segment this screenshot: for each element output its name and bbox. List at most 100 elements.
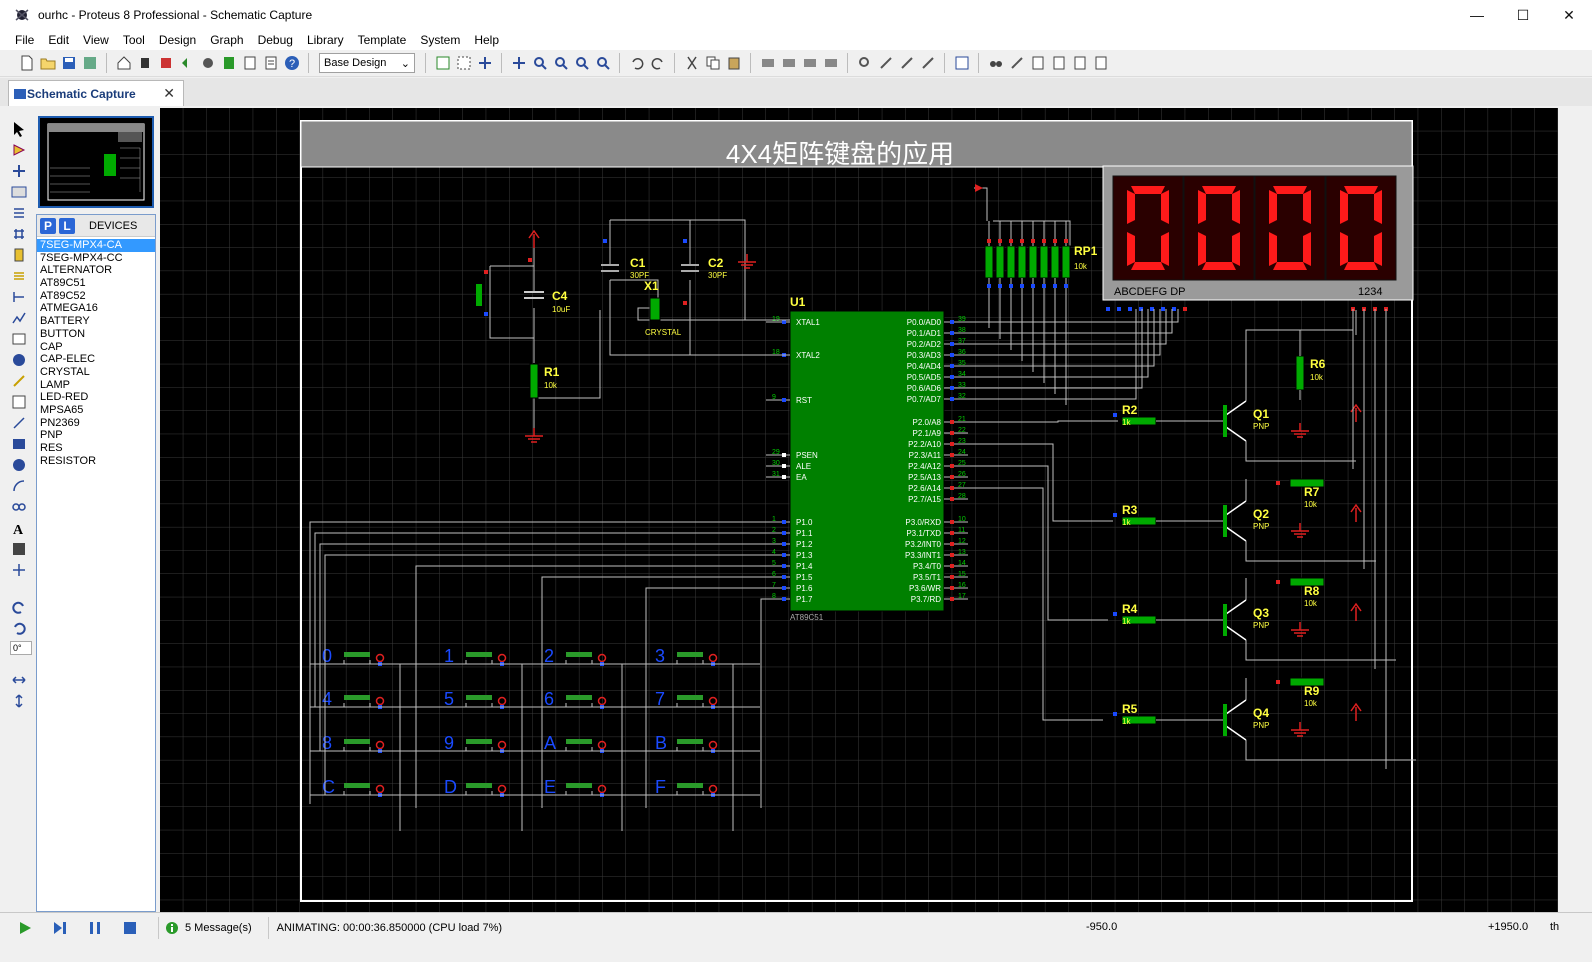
minimize-button[interactable]: — [1454, 0, 1500, 30]
remove-sheet-icon[interactable] [1050, 55, 1067, 72]
messages-indicator[interactable]: 5 Message(s) [158, 916, 252, 939]
zoom-out-icon[interactable] [552, 55, 569, 72]
new-file-icon[interactable] [18, 55, 35, 72]
zoom-area-icon[interactable] [594, 55, 611, 72]
graph-icon[interactable] [10, 309, 28, 327]
menu-view[interactable]: View [76, 30, 116, 50]
line-icon[interactable] [10, 414, 28, 432]
tab-schematic-capture[interactable]: Schematic Capture ✕ [8, 80, 184, 106]
menu-graph[interactable]: Graph [203, 30, 250, 50]
device-list-item[interactable]: LAMP [37, 379, 155, 392]
arc-icon[interactable] [10, 477, 28, 495]
menu-template[interactable]: Template [351, 30, 414, 50]
schematic-icon[interactable] [136, 55, 153, 72]
redo-icon[interactable] [649, 55, 666, 72]
device-list-item[interactable]: 7SEG-MPX4-CC [37, 252, 155, 265]
tab-close-icon[interactable]: ✕ [163, 85, 175, 102]
import-icon[interactable] [81, 55, 98, 72]
paste-icon[interactable] [725, 55, 742, 72]
block-rotate-icon[interactable] [801, 55, 818, 72]
menu-system[interactable]: System [413, 30, 467, 50]
device-pin-icon[interactable] [10, 288, 28, 306]
bom-icon[interactable] [220, 55, 237, 72]
rotation-angle-field[interactable]: 0° [10, 641, 32, 655]
notes-icon[interactable] [262, 55, 279, 72]
package-tool-icon[interactable] [898, 55, 915, 72]
step-button[interactable] [50, 918, 70, 938]
voltage-probe-icon[interactable] [10, 372, 28, 390]
component-mode-icon[interactable] [10, 141, 28, 159]
junction-dot-icon[interactable] [10, 162, 28, 180]
circle-icon[interactable] [10, 456, 28, 474]
device-list-item[interactable]: PN2369 [37, 417, 155, 430]
pan-icon[interactable] [510, 55, 527, 72]
rotate-anticlockwise-icon[interactable] [10, 619, 28, 637]
cut-icon[interactable] [683, 55, 700, 72]
new-sheet-icon[interactable] [1029, 55, 1046, 72]
source-code-icon[interactable] [241, 55, 258, 72]
device-list-item[interactable]: 7SEG-MPX4-CA [37, 239, 155, 252]
device-list-item[interactable]: RES [37, 442, 155, 455]
virtual-instrument-icon[interactable] [10, 393, 28, 411]
symbol-icon[interactable] [10, 540, 28, 558]
home-icon[interactable] [115, 55, 132, 72]
mirror-horizontal-icon[interactable] [10, 671, 28, 689]
overview-window[interactable] [38, 116, 154, 208]
device-list-item[interactable]: BATTERY [37, 315, 155, 328]
marker-icon[interactable] [10, 561, 28, 579]
menu-help[interactable]: Help [467, 30, 506, 50]
stop-button[interactable] [120, 918, 140, 938]
design-variant-select[interactable]: Base Design ⌄ [319, 53, 415, 73]
rotate-clockwise-icon[interactable] [10, 598, 28, 616]
design-explorer-icon[interactable] [1092, 55, 1109, 72]
make-device-icon[interactable] [877, 55, 894, 72]
wire-label-icon[interactable] [10, 183, 28, 201]
box-icon[interactable] [10, 435, 28, 453]
zoom-in-icon[interactable] [531, 55, 548, 72]
menu-tool[interactable]: Tool [116, 30, 152, 50]
origin-icon[interactable] [476, 55, 493, 72]
pick-device-icon[interactable] [856, 55, 873, 72]
undo-icon[interactable] [628, 55, 645, 72]
pause-button[interactable] [85, 918, 105, 938]
text-icon[interactable]: A [10, 519, 28, 537]
device-list-item[interactable]: AT89C52 [37, 290, 155, 303]
device-list-item[interactable]: RESISTOR [37, 455, 155, 468]
menu-debug[interactable]: Debug [251, 30, 300, 50]
device-list-item[interactable]: LED-RED [37, 391, 155, 404]
terminal-icon[interactable] [10, 267, 28, 285]
property-assign-icon[interactable] [1008, 55, 1025, 72]
save-icon[interactable] [60, 55, 77, 72]
device-list-item[interactable]: CRYSTAL [37, 366, 155, 379]
block-move-icon[interactable] [780, 55, 797, 72]
copy-icon[interactable] [704, 55, 721, 72]
close-button[interactable]: ✕ [1546, 0, 1592, 30]
search-icon[interactable] [987, 55, 1004, 72]
device-list-item[interactable]: ALTERNATOR [37, 264, 155, 277]
tape-recorder-icon[interactable] [10, 330, 28, 348]
wire-autorouter-icon[interactable] [953, 55, 970, 72]
decompose-icon[interactable] [919, 55, 936, 72]
open-folder-icon[interactable] [39, 55, 56, 72]
device-list-item[interactable]: MPSA65 [37, 404, 155, 417]
text-script-icon[interactable] [10, 204, 28, 222]
library-manager-button[interactable]: L [59, 217, 75, 234]
subcircuit-icon[interactable] [10, 246, 28, 264]
menu-library[interactable]: Library [300, 30, 351, 50]
grid-toggle-icon[interactable] [455, 55, 472, 72]
pick-devices-button[interactable]: P [40, 217, 56, 234]
path-icon[interactable] [10, 498, 28, 516]
mirror-vertical-icon[interactable] [10, 692, 28, 710]
help-icon[interactable]: ? [283, 55, 300, 72]
block-delete-icon[interactable] [822, 55, 839, 72]
block-copy-icon[interactable] [759, 55, 776, 72]
pcb-icon[interactable] [157, 55, 174, 72]
schematic-canvas[interactable]: 4X4矩阵键盘的应用 0 0 0 0 ABCDEFG DP 1234 U1 AT89C51 XTA… [160, 108, 1558, 912]
device-list-item[interactable]: BUTTON [37, 328, 155, 341]
device-list-item[interactable]: PNP [37, 429, 155, 442]
zoom-all-icon[interactable] [573, 55, 590, 72]
bus-icon[interactable] [10, 225, 28, 243]
generator-icon[interactable] [10, 351, 28, 369]
gerber-icon[interactable] [178, 55, 195, 72]
play-button[interactable] [15, 918, 35, 938]
